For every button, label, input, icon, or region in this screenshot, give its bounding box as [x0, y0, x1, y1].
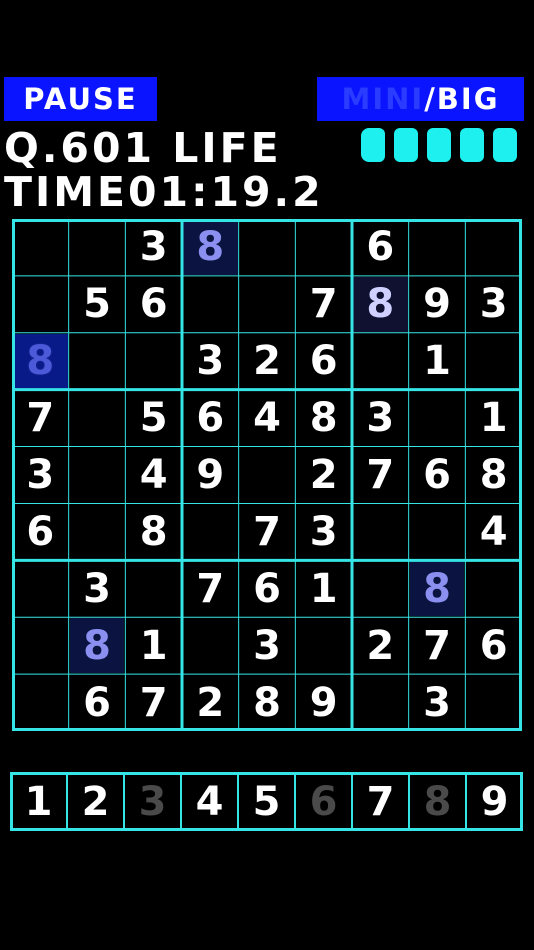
life-pip [460, 128, 484, 162]
life-pip [361, 128, 385, 162]
mini-label: MINI [341, 82, 425, 116]
question-number: Q.601 [4, 124, 156, 172]
timer-row: TIME01:19.2 [4, 170, 324, 214]
board-grid [12, 219, 522, 731]
life-pip [394, 128, 418, 162]
life-meter [361, 128, 526, 162]
time-value: 01:19.2 [128, 168, 324, 216]
life-pip [493, 128, 517, 162]
sudoku-board: 3865678938326175648313492768687343761881… [12, 219, 522, 731]
number-pad: 123456789 [10, 772, 523, 831]
life-label: LIFE [172, 124, 282, 172]
mini-big-toggle[interactable]: MINI/BIG [317, 77, 524, 121]
life-pip [427, 128, 451, 162]
big-label: /BIG [424, 82, 500, 116]
number-pad-grid [10, 772, 523, 831]
question-life-row: Q.601 LIFE [4, 126, 282, 170]
time-label: TIME [4, 168, 129, 216]
pause-button[interactable]: PAUSE [4, 77, 157, 121]
